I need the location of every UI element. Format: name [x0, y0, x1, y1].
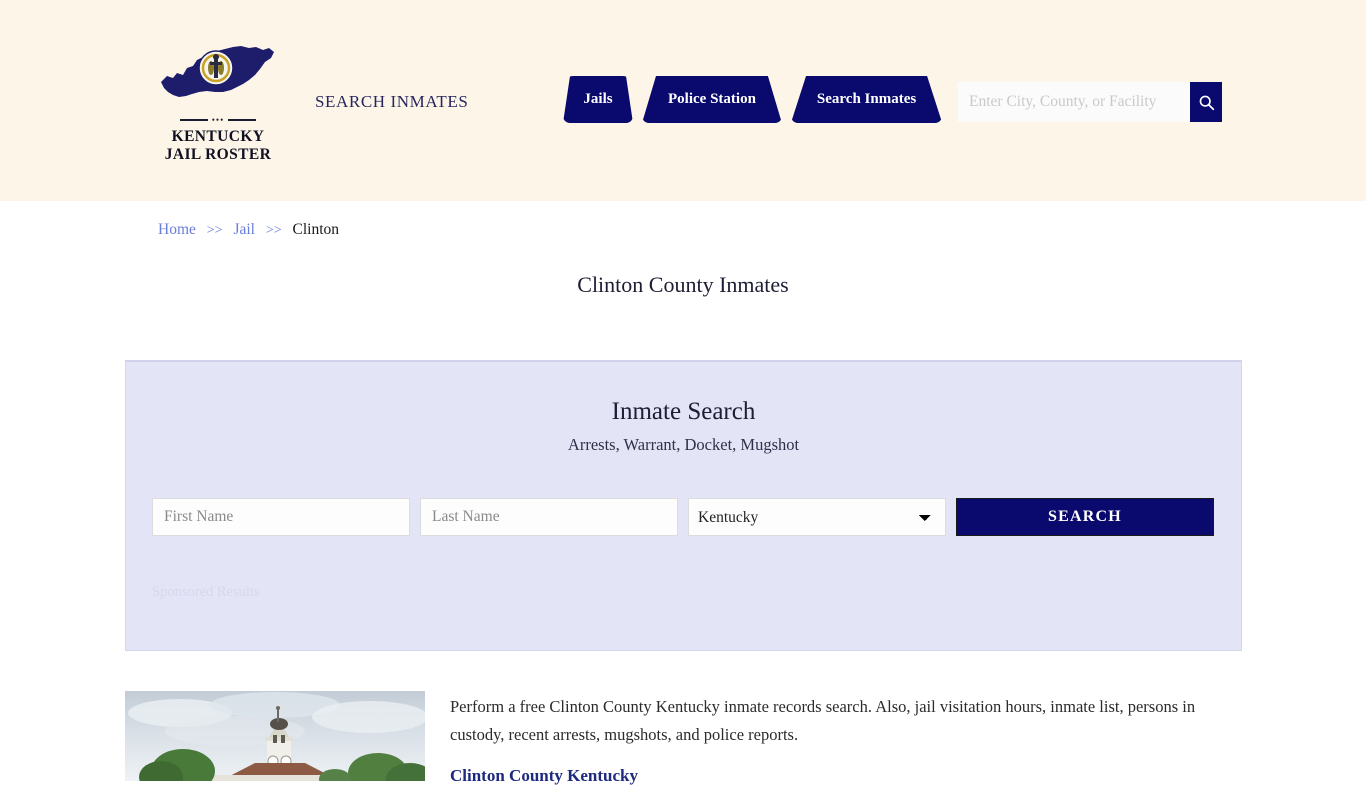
search-submit-button[interactable]: SEARCH	[956, 498, 1214, 536]
last-name-input[interactable]	[420, 498, 678, 536]
breadcrumb-separator: >>	[206, 223, 223, 238]
site-tagline: SEARCH INMATES	[315, 92, 469, 111]
kentucky-map-icon	[159, 42, 277, 110]
inmate-search-form: Kentucky SEARCH	[152, 498, 1214, 536]
breadcrumb-separator: >>	[265, 223, 282, 238]
nav-tab-jails[interactable]: Jails	[563, 76, 633, 123]
nav-tab-search-inmates[interactable]: Search Inmates	[790, 76, 943, 123]
header-inner: ••• KENTUCKY JAIL ROSTER SEARCH INMATES …	[0, 0, 1366, 201]
header-search-input[interactable]	[958, 82, 1190, 122]
breadcrumb: Home >> Jail >> Clinton	[158, 221, 339, 239]
logo-divider: •••	[158, 115, 278, 125]
logo-divider-dots: •••	[211, 115, 225, 125]
panel-title: Inmate Search	[611, 398, 756, 425]
logo-divider-line-right	[228, 119, 257, 121]
site-logo[interactable]: ••• KENTUCKY JAIL ROSTER	[158, 42, 278, 164]
logo-wordmark-line1: KENTUCKY	[171, 128, 265, 145]
primary-nav: Jails Police Station Search Inmates	[563, 76, 943, 123]
panel-subtitle: Arrests, Warrant, Docket, Mugshot	[567, 435, 800, 454]
sponsored-results-label: Sponsored Results	[152, 584, 260, 600]
breadcrumb-current: Clinton	[292, 221, 340, 238]
content-row: Perform a free Clinton County Kentucky i…	[125, 691, 1242, 786]
breadcrumb-link-home[interactable]: Home	[158, 221, 196, 238]
logo-wordmark-line2: JAIL ROSTER	[164, 146, 272, 163]
content-text: Perform a free Clinton County Kentucky i…	[450, 691, 1242, 786]
site-header: ••• KENTUCKY JAIL ROSTER SEARCH INMATES …	[0, 0, 1366, 201]
nav-tab-police-station[interactable]: Police Station	[642, 76, 782, 123]
header-search-button[interactable]	[1190, 82, 1222, 122]
inmate-search-panel: Inmate Search Arrests, Warrant, Docket, …	[125, 360, 1242, 651]
content-subheading: Clinton County Kentucky	[450, 766, 638, 785]
page-title: Clinton County Inmates	[577, 272, 789, 297]
header-search	[958, 82, 1222, 122]
state-select[interactable]: Kentucky	[688, 498, 946, 536]
logo-wordmark: KENTUCKY JAIL ROSTER	[158, 128, 278, 164]
content-paragraph: Perform a free Clinton County Kentucky i…	[450, 697, 1196, 744]
breadcrumb-link-jail[interactable]: Jail	[233, 221, 255, 238]
search-icon	[1199, 95, 1214, 110]
logo-divider-line-left	[179, 119, 208, 121]
first-name-input[interactable]	[152, 498, 410, 536]
